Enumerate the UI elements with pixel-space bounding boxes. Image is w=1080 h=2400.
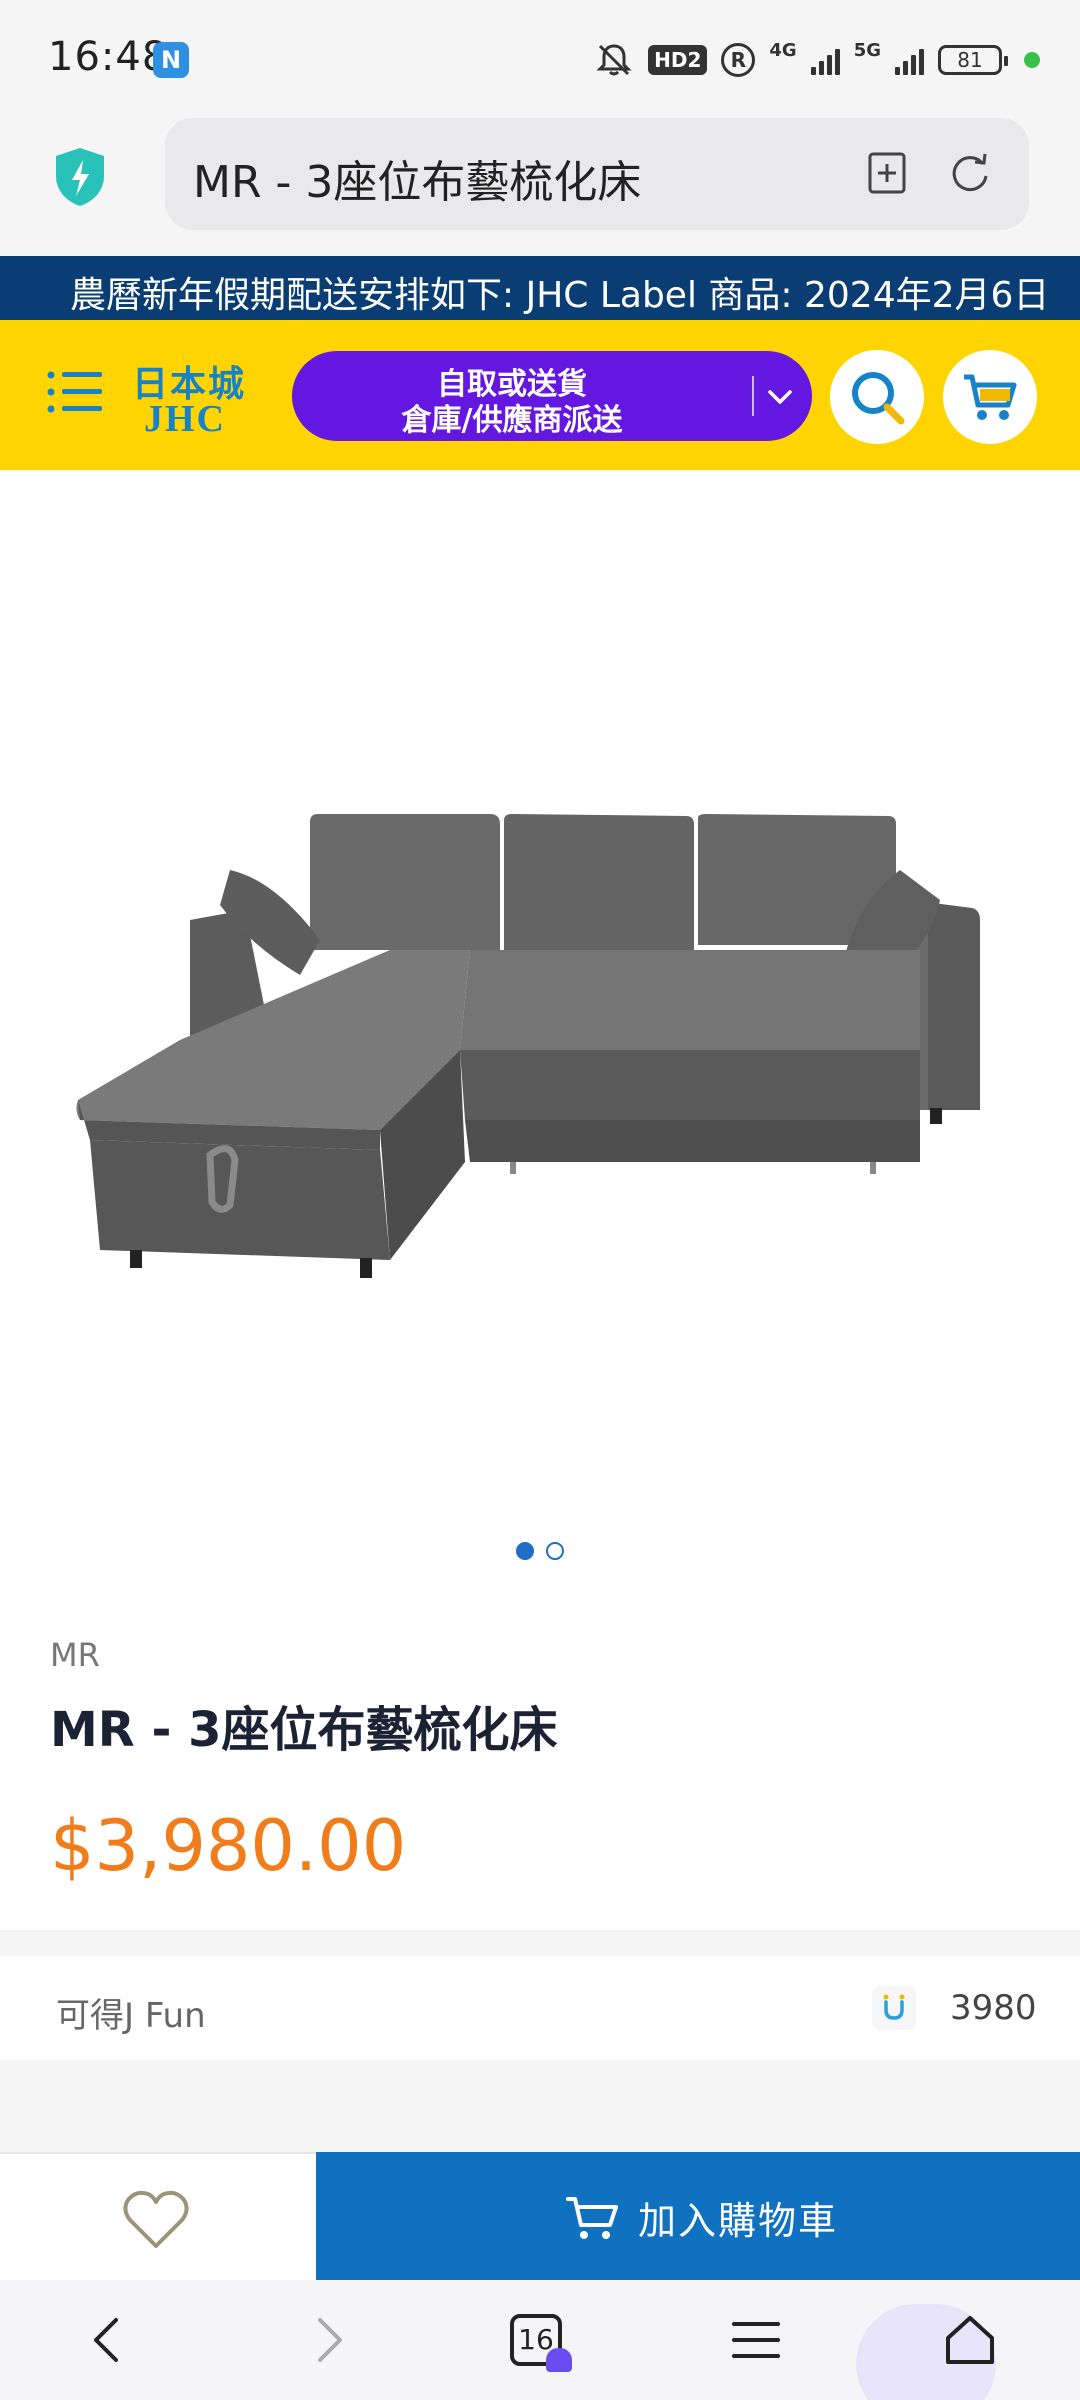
- menu-icon[interactable]: [726, 2310, 786, 2370]
- network-4g-label: 4G: [769, 39, 797, 61]
- jfun-label: 可得J Fun: [56, 1996, 206, 2036]
- jfun-row: 可得J Fun 3980: [0, 1956, 1080, 2060]
- shield-bolt-icon[interactable]: [52, 146, 108, 208]
- grey-l-shaped-sofa-bed-image: [76, 814, 980, 1278]
- status-time: 16:48: [48, 34, 169, 80]
- browser-toolbar: MR - 3座位布藝梳化床: [0, 118, 1080, 256]
- activity-dot: [1024, 52, 1040, 68]
- announcement-text: 農曆新年假期配送安排如下: JHC Label 商品: 2024年2月6日: [70, 275, 1050, 316]
- gallery-dot-2[interactable]: [546, 1542, 564, 1560]
- network-5g-label: 5G: [853, 39, 881, 61]
- back-icon[interactable]: [78, 2310, 138, 2370]
- ghost-icon: [546, 2348, 572, 2372]
- signal-4g-icon: [810, 45, 840, 75]
- jfun-icon: [872, 1986, 916, 2030]
- add-to-cart-label: 加入購物車: [638, 2199, 839, 2243]
- url-bar[interactable]: MR - 3座位布藝梳化床: [165, 118, 1029, 230]
- registered-icon: R: [721, 43, 756, 77]
- bookmark-add-icon[interactable]: [862, 148, 912, 198]
- signal-5g-icon: [895, 45, 924, 75]
- tabs-button[interactable]: 16: [510, 2310, 572, 2372]
- product-brand[interactable]: MR: [50, 1636, 100, 1674]
- hd-badge: HD2: [648, 45, 708, 75]
- status-bar: 16:48 N HD2 R 4G 5G 81: [0, 0, 1080, 118]
- product-action-bar: 加入購物車: [0, 2152, 1080, 2282]
- cart-icon: [566, 2196, 618, 2239]
- product-title: MR - 3座位布藝梳化床: [50, 1702, 558, 1758]
- chevron-down-icon[interactable]: [762, 379, 798, 415]
- gallery-dot-1[interactable]: [516, 1542, 534, 1560]
- heart-icon: [123, 2190, 189, 2248]
- jhc-logo[interactable]: 日本城 JHC: [130, 355, 260, 440]
- jfun-value: 3980: [950, 1988, 1037, 2028]
- mute-bell-icon: [596, 44, 632, 76]
- product-gallery[interactable]: [0, 470, 1080, 1580]
- delivery-line2: 倉庫/供應商派送: [401, 403, 623, 438]
- url-title[interactable]: MR - 3座位布藝梳化床: [193, 146, 641, 210]
- delivery-mode-selector[interactable]: 自取或送貨 倉庫/供應商派送: [292, 351, 812, 441]
- logo-en-text: JHC: [144, 398, 226, 440]
- wishlist-button[interactable]: [0, 2154, 316, 2282]
- section-divider: [0, 1930, 1080, 1956]
- delivery-divider: [752, 376, 754, 416]
- gallery-pagination: [0, 1542, 1080, 1566]
- cart-icon: [964, 374, 1017, 420]
- product-price: $3,980.00: [50, 1805, 407, 1887]
- search-icon: [852, 372, 905, 425]
- section-divider: [0, 2060, 1080, 2152]
- nfc-icon: N: [153, 42, 189, 78]
- announcement-banner[interactable]: 農曆新年假期配送安排如下: JHC Label 商品: 2024年2月6日: [0, 256, 1080, 320]
- home-icon[interactable]: [940, 2310, 1000, 2370]
- search-button[interactable]: [830, 350, 924, 444]
- forward-icon[interactable]: [298, 2310, 358, 2370]
- site-header: 日本城 JHC 自取或送貨 倉庫/供應商派送: [0, 320, 1080, 470]
- cart-button[interactable]: [943, 350, 1037, 444]
- battery-icon: 81: [938, 45, 1008, 75]
- status-indicators: HD2 R 4G 5G 81: [594, 36, 1040, 84]
- hamburger-menu-icon[interactable]: [46, 365, 106, 419]
- browser-navigation: 16: [0, 2280, 1080, 2400]
- add-to-cart-button[interactable]: 加入購物車: [316, 2152, 1080, 2282]
- refresh-icon[interactable]: [945, 148, 995, 198]
